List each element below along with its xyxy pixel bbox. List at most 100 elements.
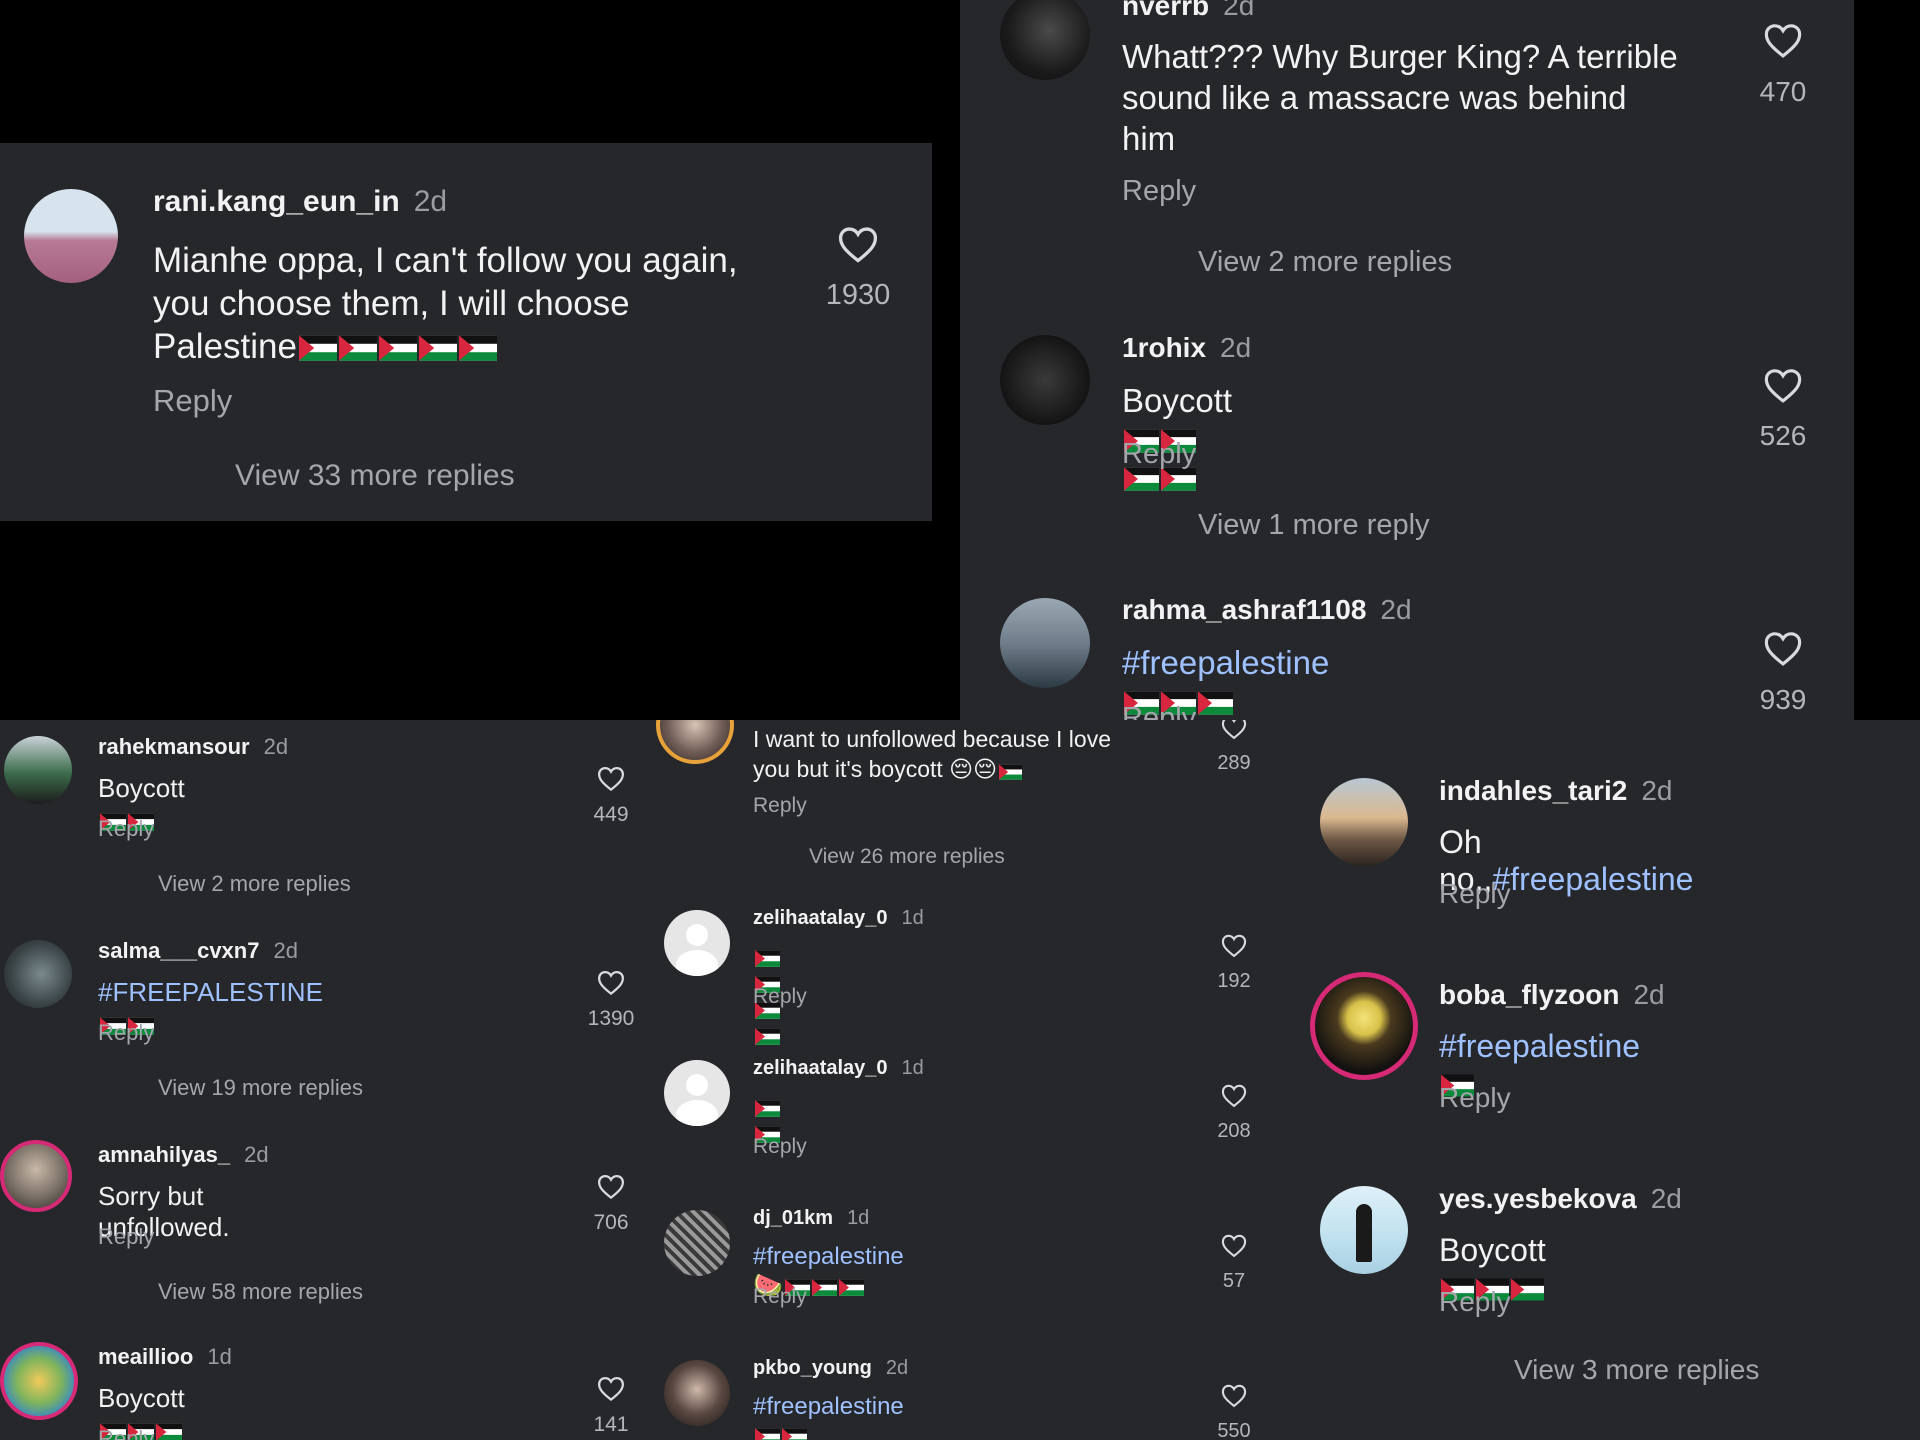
avatar[interactable] <box>0 1342 78 1420</box>
palestine-flag-emoji <box>156 1423 182 1440</box>
palestine-flag-emoji <box>298 335 337 361</box>
avatar[interactable] <box>4 940 72 1008</box>
view-more-replies[interactable]: View 2 more replies <box>1198 246 1452 279</box>
hashtag-link[interactable]: #freepalestine <box>1122 644 1329 681</box>
view-more-replies[interactable]: View 19 more replies <box>158 1075 363 1101</box>
palestine-flag-emoji <box>1511 1278 1544 1301</box>
timestamp: 2d <box>1223 0 1255 21</box>
username[interactable]: boba_flyzoon 2d <box>1439 979 1665 1011</box>
timestamp: 2d <box>1650 1183 1682 1214</box>
avatar[interactable] <box>1320 1186 1408 1274</box>
avatar[interactable] <box>1000 0 1090 80</box>
like-count: 550 <box>1217 1420 1251 1440</box>
timestamp: 2d <box>1380 594 1412 625</box>
like-count: 449 <box>593 803 629 826</box>
view-more-replies[interactable]: View 58 more replies <box>158 1279 363 1305</box>
default-profile-icon <box>686 924 708 946</box>
heart-icon[interactable] <box>1762 365 1804 412</box>
reply-button[interactable]: Reply <box>98 816 154 842</box>
heart-icon[interactable] <box>1220 720 1248 747</box>
heart-icon[interactable] <box>1762 628 1804 675</box>
avatar[interactable] <box>0 1140 72 1212</box>
palestine-flag-emoji <box>811 1279 837 1296</box>
username[interactable]: meaillioo 1d <box>98 1344 232 1370</box>
avatar[interactable] <box>1000 335 1090 425</box>
heart-icon[interactable] <box>1220 1232 1248 1265</box>
username[interactable]: rahekmansour 2d <box>98 734 288 760</box>
reply-button[interactable]: Reply <box>753 985 807 1009</box>
heart-icon[interactable] <box>1220 1082 1248 1115</box>
palestine-flag-emoji <box>378 335 417 361</box>
avatar[interactable] <box>1000 598 1090 688</box>
reply-button[interactable]: Reply <box>98 1224 154 1250</box>
heart-icon[interactable] <box>1762 20 1804 67</box>
username[interactable]: rahma_ashraf1108 2d <box>1122 594 1412 626</box>
avatar[interactable] <box>1310 972 1418 1080</box>
username[interactable]: indahles_tari2 2d <box>1439 775 1672 807</box>
avatar[interactable] <box>664 1360 730 1426</box>
reply-button[interactable]: Reply <box>1122 438 1196 471</box>
reply-button[interactable]: Reply <box>753 1135 807 1159</box>
hashtag-link[interactable]: #freepalestine <box>1439 1028 1640 1064</box>
hashtag-link[interactable]: #freepalestine <box>753 1393 904 1420</box>
heart-icon[interactable] <box>596 1374 626 1409</box>
view-more-replies[interactable]: View 26 more replies <box>809 845 1005 869</box>
username[interactable]: rani.kang_eun_in 2d <box>153 185 447 219</box>
view-more-replies[interactable]: View 3 more replies <box>1514 1354 1759 1386</box>
view-more-replies[interactable]: View 2 more replies <box>158 871 351 897</box>
palestine-flag-emoji <box>755 1028 780 1045</box>
username[interactable]: amnahilyas_ 2d <box>98 1142 269 1168</box>
comment-panel-5: indahles_tari2 2d Oh no,,#freepalestine R… <box>1300 720 1920 1440</box>
heart-icon[interactable] <box>596 1172 626 1207</box>
reply-button[interactable]: Reply <box>1439 1286 1511 1318</box>
hashtag-link[interactable]: #freepalestine <box>1492 861 1693 897</box>
username[interactable]: pkbo_young 2d <box>753 1357 908 1380</box>
username[interactable]: yes.yesbekova 2d <box>1439 1183 1682 1215</box>
palestine-flag-emoji <box>458 335 497 361</box>
heart-icon[interactable] <box>596 968 626 1003</box>
like-count: 1390 <box>587 1007 635 1030</box>
reply-button[interactable]: Reply <box>153 383 232 419</box>
timestamp: 2d <box>244 1142 269 1167</box>
avatar[interactable] <box>664 1210 730 1276</box>
reply-button[interactable]: Reply <box>753 1285 807 1309</box>
reply-button[interactable]: Reply <box>1439 878 1511 910</box>
view-more-replies[interactable]: View 33 more replies <box>235 459 515 493</box>
reply-button[interactable]: Reply <box>1439 1082 1511 1114</box>
timestamp: 1d <box>847 1207 870 1229</box>
reply-button[interactable]: Reply <box>1122 702 1196 720</box>
username[interactable]: zelihaatalay_0 1d <box>753 907 924 930</box>
comment-panel-4: I want to unfollowed because I love you … <box>650 720 1300 1440</box>
heart-icon[interactable] <box>1220 1382 1248 1415</box>
heart-icon[interactable] <box>596 764 626 799</box>
view-more-replies[interactable]: View 1 more reply <box>1198 509 1430 542</box>
palestine-flag-emoji <box>755 950 780 967</box>
username[interactable]: zelihaatalay_0 1d <box>753 1057 924 1080</box>
username[interactable]: 1rohix 2d <box>1122 332 1251 364</box>
avatar[interactable] <box>24 189 118 283</box>
comment-text: I want to unfollowed because I love you … <box>753 726 1112 782</box>
palestine-flag-emoji <box>755 1100 780 1117</box>
avatar[interactable] <box>664 910 730 976</box>
avatar[interactable] <box>664 1060 730 1126</box>
like-count: 470 <box>1759 76 1807 107</box>
comment-text: Whatt??? Why Burger King? A terrible sou… <box>1122 38 1678 157</box>
username[interactable]: salma___cvxn7 2d <box>98 938 298 964</box>
username[interactable]: nverrb 2d <box>1122 0 1254 22</box>
hashtag-link[interactable]: #FREEPALESTINE <box>98 977 323 1007</box>
heart-icon[interactable] <box>1220 932 1248 965</box>
heart-icon[interactable] <box>836 223 880 272</box>
timestamp: 1d <box>901 1057 924 1079</box>
reply-button[interactable]: Reply <box>98 1426 154 1440</box>
reply-button[interactable]: Reply <box>753 794 807 818</box>
timestamp: 1d <box>901 907 924 929</box>
hashtag-link[interactable]: #freepalestine <box>753 1243 904 1270</box>
avatar[interactable] <box>4 736 72 804</box>
reply-button[interactable]: Reply <box>98 1020 154 1046</box>
avatar[interactable] <box>656 720 734 764</box>
reply-button[interactable]: Reply <box>1122 175 1196 208</box>
like-count: 939 <box>1759 684 1807 715</box>
avatar[interactable] <box>1320 778 1408 866</box>
username[interactable]: dj_01km 1d <box>753 1207 869 1230</box>
palestine-flag-emojis <box>997 756 1023 782</box>
